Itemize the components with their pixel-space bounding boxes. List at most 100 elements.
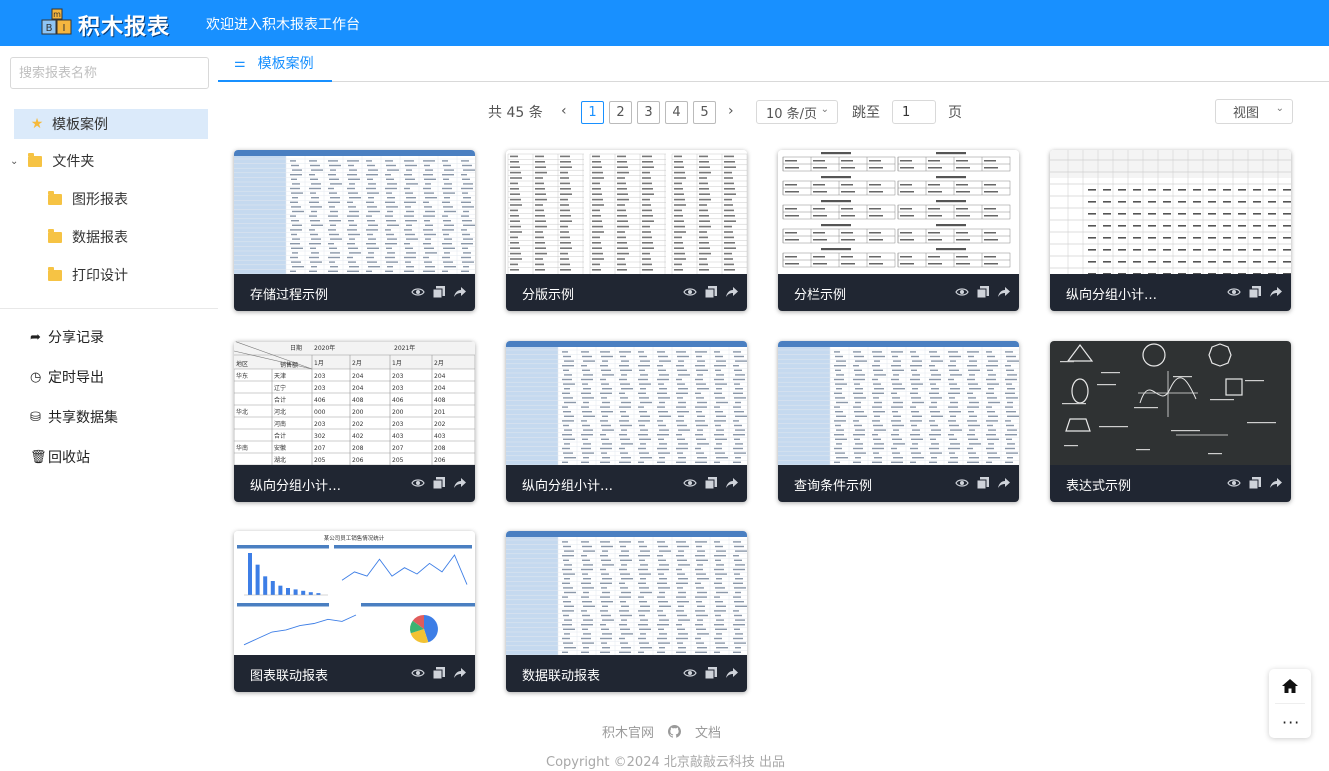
github-icon[interactable] bbox=[668, 725, 682, 738]
preview-icon[interactable] bbox=[683, 666, 697, 680]
card-footer: 图表联动报表 bbox=[234, 655, 475, 692]
copy-icon[interactable] bbox=[1248, 285, 1262, 299]
svg-text:2月: 2月 bbox=[434, 360, 444, 367]
clock-icon: ◷ bbox=[30, 369, 42, 385]
tree-item-chart-reports[interactable]: 图形报表 bbox=[48, 184, 128, 214]
nav-shared-dataset[interactable]: ⛁ 共享数据集 bbox=[30, 406, 118, 428]
share-icon[interactable] bbox=[453, 666, 467, 680]
share-icon[interactable] bbox=[1269, 476, 1283, 490]
template-card[interactable]: 查询条件示例 bbox=[778, 341, 1019, 502]
card-thumbnail[interactable] bbox=[1050, 150, 1291, 274]
official-site-link[interactable]: 积木官网 bbox=[602, 722, 654, 741]
share-icon[interactable] bbox=[997, 285, 1011, 299]
copy-icon[interactable] bbox=[976, 476, 990, 490]
top-bar: m B I 积木报表 欢迎进入积木报表工作台 bbox=[0, 0, 1329, 46]
share-icon[interactable] bbox=[725, 476, 739, 490]
card-actions bbox=[1227, 476, 1283, 490]
svg-text:2月: 2月 bbox=[352, 360, 362, 367]
copy-icon[interactable] bbox=[432, 285, 446, 299]
copy-icon[interactable] bbox=[1248, 476, 1262, 490]
docs-link[interactable]: 文档 bbox=[695, 722, 721, 741]
card-thumbnail[interactable]: 某公司员工销售情况统计 bbox=[234, 531, 475, 655]
template-card[interactable]: 分版示例 bbox=[506, 150, 747, 311]
more-icon[interactable]: ··· bbox=[1282, 713, 1300, 732]
share-icon[interactable] bbox=[997, 476, 1011, 490]
sidebar: ★ 模板案例 ⌄ 文件夹 图形报表 数据报表 打印设计 ➦ 分享记录 ◷ 定时导… bbox=[0, 46, 218, 771]
card-footer: 存储过程示例 bbox=[234, 274, 475, 311]
share-icon[interactable] bbox=[1269, 285, 1283, 299]
home-icon[interactable] bbox=[1281, 678, 1299, 694]
svg-text:203: 203 bbox=[314, 421, 326, 428]
template-card[interactable]: 纵向分组小计… bbox=[506, 341, 747, 502]
copy-icon[interactable] bbox=[432, 666, 446, 680]
search-input[interactable] bbox=[10, 57, 209, 89]
nav-label: 共享数据集 bbox=[48, 410, 118, 426]
page-button-3[interactable]: 3 bbox=[637, 101, 660, 124]
card-thumbnail[interactable] bbox=[1050, 341, 1291, 465]
card-title: 分栏示例 bbox=[794, 288, 847, 303]
nav-share-records[interactable]: ➦ 分享记录 bbox=[30, 326, 104, 348]
share-icon[interactable] bbox=[453, 285, 467, 299]
card-actions bbox=[683, 476, 739, 490]
chevron-down-icon[interactable]: ⌄ bbox=[10, 156, 18, 167]
template-card[interactable]: 纵向分组小计… bbox=[1050, 150, 1291, 311]
tree-item-folder[interactable]: ⌄ 文件夹 bbox=[10, 146, 94, 176]
card-title: 纵向分组小计… bbox=[522, 479, 614, 494]
copy-icon[interactable] bbox=[704, 666, 718, 680]
copy-icon[interactable] bbox=[704, 285, 718, 299]
template-card[interactable]: 分栏示例 bbox=[778, 150, 1019, 311]
card-thumbnail[interactable] bbox=[506, 341, 747, 465]
preview-icon[interactable] bbox=[411, 666, 425, 680]
preview-icon[interactable] bbox=[955, 285, 969, 299]
preview-icon[interactable] bbox=[411, 476, 425, 490]
template-card[interactable]: 某公司员工销售情况统计 图表联动报表 bbox=[234, 531, 475, 692]
card-thumbnail[interactable]: 日期 2020年 2021年 地区 销售额 1月 2月 1月 2月 华东 天津 203 204 203 20… bbox=[234, 341, 475, 465]
template-card[interactable]: 数据联动报表 bbox=[506, 531, 747, 692]
app-name: 积木报表 bbox=[78, 15, 171, 40]
card-thumbnail[interactable] bbox=[234, 150, 475, 274]
prev-page-icon[interactable]: ‹ bbox=[561, 103, 567, 119]
preview-icon[interactable] bbox=[683, 285, 697, 299]
page-button-2[interactable]: 2 bbox=[609, 101, 632, 124]
next-page-icon[interactable]: › bbox=[728, 103, 734, 119]
card-actions bbox=[955, 285, 1011, 299]
template-card[interactable]: 表达式示例 bbox=[1050, 341, 1291, 502]
svg-text:203: 203 bbox=[392, 373, 404, 380]
nav-recycle-bin[interactable]: 🗑 回收站 bbox=[30, 446, 90, 468]
card-thumbnail[interactable] bbox=[778, 150, 1019, 274]
preview-icon[interactable] bbox=[411, 285, 425, 299]
tree-item-label: 打印设计 bbox=[72, 268, 128, 284]
copy-icon[interactable] bbox=[704, 476, 718, 490]
folder-icon bbox=[48, 266, 62, 281]
preview-icon[interactable] bbox=[683, 476, 697, 490]
jump-page-input[interactable]: 1 bbox=[892, 100, 936, 124]
page-button-4[interactable]: 4 bbox=[665, 101, 688, 124]
nav-scheduled-export[interactable]: ◷ 定时导出 bbox=[30, 366, 104, 388]
preview-icon[interactable] bbox=[955, 476, 969, 490]
card-footer: 分栏示例 bbox=[778, 274, 1019, 311]
tab-template-cases[interactable]: ⚌ 模板案例 bbox=[218, 46, 332, 82]
preview-icon[interactable] bbox=[1227, 476, 1241, 490]
page-size-select[interactable]: 10 条/页 ⌄ bbox=[756, 100, 838, 124]
view-select[interactable]: 视图 ⌄ bbox=[1215, 99, 1293, 124]
copy-icon[interactable] bbox=[432, 476, 446, 490]
tree-item-template-cases[interactable]: ★ 模板案例 bbox=[14, 109, 208, 139]
sidebar-divider bbox=[0, 308, 218, 309]
template-card[interactable]: 存储过程示例 bbox=[234, 150, 475, 311]
tree-item-print-design[interactable]: 打印设计 bbox=[48, 260, 128, 290]
share-icon[interactable] bbox=[453, 476, 467, 490]
card-thumbnail[interactable] bbox=[506, 150, 747, 274]
footer-links: 积木官网 文档 bbox=[602, 722, 721, 741]
chevron-down-icon: ⌄ bbox=[820, 104, 829, 115]
template-card[interactable]: 日期 2020年 2021年 地区 销售额 1月 2月 1月 2月 华东 天津 203 204 203 20… bbox=[234, 341, 475, 502]
share-icon[interactable] bbox=[725, 666, 739, 680]
tree-item-data-reports[interactable]: 数据报表 bbox=[48, 222, 128, 252]
card-thumbnail[interactable] bbox=[778, 341, 1019, 465]
card-title: 查询条件示例 bbox=[794, 479, 873, 494]
page-button-5[interactable]: 5 bbox=[693, 101, 716, 124]
preview-icon[interactable] bbox=[1227, 285, 1241, 299]
share-icon[interactable] bbox=[725, 285, 739, 299]
card-thumbnail[interactable] bbox=[506, 531, 747, 655]
page-button-1[interactable]: 1 bbox=[581, 101, 604, 124]
copy-icon[interactable] bbox=[976, 285, 990, 299]
